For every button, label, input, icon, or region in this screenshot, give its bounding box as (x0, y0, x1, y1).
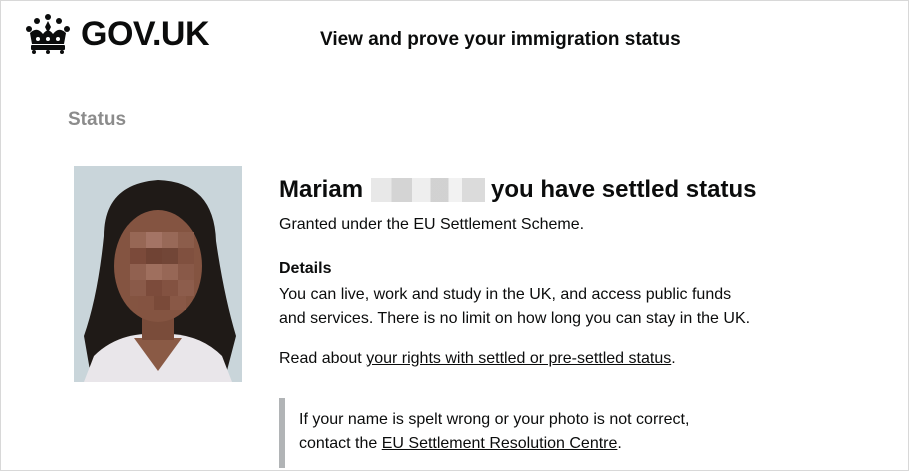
resolution-centre-link[interactable]: EU Settlement Resolution Centre (382, 435, 618, 452)
site-header: GOV.UK View and prove your immigration s… (1, 1, 908, 71)
read-about-prefix: Read about (279, 350, 367, 367)
inset-line-2-suffix: . (617, 435, 622, 452)
profile-photo-image (74, 166, 242, 382)
redacted-surname (371, 178, 486, 202)
inset-text: If your name is spelt wrong or your phot… (279, 398, 839, 468)
details-text: You can live, work and study in the UK, … (279, 283, 879, 331)
status-title: Mariam you have settled status (279, 173, 879, 207)
crown-icon (26, 14, 70, 54)
section-caption: Status (68, 109, 127, 130)
service-name[interactable]: View and prove your immigration status (320, 29, 681, 51)
govuk-wordmark: GOV.UK (81, 15, 210, 53)
details-line-2: and services. There is no limit on how l… (279, 310, 751, 327)
status-content: Mariam you have settled status Granted u… (279, 173, 879, 371)
inset-paragraph: If your name is spelt wrong or your phot… (299, 408, 839, 456)
granted-text: Granted under the EU Settlement Scheme. (279, 216, 585, 233)
details-line-1: You can live, work and study in the UK, … (279, 286, 732, 303)
status-title-suffix: you have settled status (491, 176, 757, 203)
govuk-home-link[interactable]: GOV.UK (23, 13, 210, 55)
inset-line-1: If your name is spelt wrong or your phot… (299, 411, 690, 428)
inset-line-2-prefix: contact the (299, 435, 382, 452)
holder-first-name: Mariam (279, 176, 364, 203)
read-about-suffix: . (671, 350, 676, 367)
profile-photo (74, 166, 242, 382)
details-heading: Details (279, 260, 332, 277)
rights-link[interactable]: your rights with settled or pre-settled … (366, 350, 671, 367)
read-about-text: Read about your rights with settled or p… (279, 347, 879, 371)
